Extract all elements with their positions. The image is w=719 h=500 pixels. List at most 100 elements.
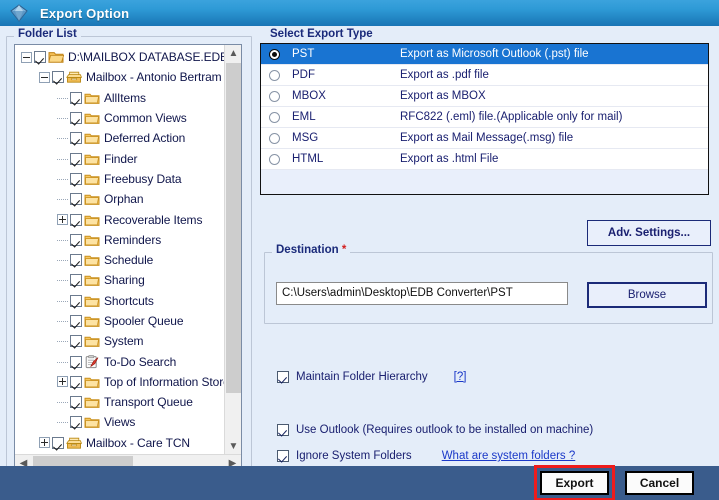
- folder-icon: [84, 172, 100, 186]
- export-type-row[interactable]: HTMLExport as .html File: [261, 149, 708, 170]
- vertical-scroll-thumb[interactable]: [226, 63, 241, 393]
- tree-item-checkbox[interactable]: [70, 254, 82, 266]
- tree-item[interactable]: Freebusy Data: [15, 169, 224, 189]
- tree-item-label: Deferred Action: [104, 131, 185, 145]
- export-type-group: Select Export Type PSTExport as Microsof…: [258, 36, 713, 204]
- tree-item-checkbox[interactable]: [70, 173, 82, 185]
- maintain-folder-hierarchy-label: Maintain Folder Hierarchy: [296, 371, 428, 383]
- tree-item-checkbox[interactable]: [34, 51, 46, 63]
- folder-icon: [84, 213, 100, 227]
- title-bar: Export Option: [0, 0, 719, 26]
- tree-item[interactable]: Recoverable Items: [15, 209, 224, 229]
- open-folder-icon: [48, 50, 64, 64]
- export-type-radio[interactable]: [269, 133, 280, 144]
- browse-button[interactable]: Browse: [587, 282, 707, 308]
- adv-settings-button[interactable]: Adv. Settings...: [587, 220, 711, 246]
- export-type-row[interactable]: MSGExport as Mail Message(.msg) file: [261, 128, 708, 149]
- tree-item-checkbox[interactable]: [70, 214, 82, 226]
- tree-item-label: Views: [104, 415, 135, 429]
- destination-path-input[interactable]: C:\Users\admin\Desktop\EDB Converter\PST: [276, 282, 568, 305]
- tree-item-checkbox[interactable]: [70, 335, 82, 347]
- export-type-radio[interactable]: [269, 112, 280, 123]
- tree-item[interactable]: AllItems: [15, 88, 224, 108]
- cancel-button[interactable]: Cancel: [625, 471, 694, 495]
- export-type-list[interactable]: PSTExport as Microsoft Outlook (.pst) fi…: [260, 43, 709, 195]
- destination-caption-text: Destination: [276, 244, 339, 256]
- tree-item[interactable]: Shortcuts: [15, 291, 224, 311]
- tree-item-checkbox[interactable]: [70, 356, 82, 368]
- tree-item[interactable]: Schedule: [15, 250, 224, 270]
- folder-icon: [84, 233, 100, 247]
- export-option-window: Export Option Folder List D:\MAILBOX DAT…: [0, 0, 719, 500]
- tree-item-checkbox[interactable]: [70, 376, 82, 388]
- tree-item-label: Recoverable Items: [104, 213, 202, 227]
- tree-item[interactable]: Transport Queue: [15, 392, 224, 412]
- tree-item-label: Mailbox - Antonio Bertram: [86, 70, 222, 84]
- tree-item-label: Top of Information Store: [104, 375, 224, 389]
- folder-icon: [84, 111, 100, 125]
- tree-item[interactable]: Spooler Queue: [15, 311, 224, 331]
- export-type-radio[interactable]: [269, 154, 280, 165]
- ignore-system-folders-checkbox[interactable]: [277, 450, 289, 462]
- tree-item-checkbox[interactable]: [70, 112, 82, 124]
- export-type-row[interactable]: PDFExport as .pdf file: [261, 65, 708, 86]
- tree-item-checkbox[interactable]: [70, 193, 82, 205]
- export-type-caption: Select Export Type: [266, 28, 377, 40]
- scroll-down-icon[interactable]: ▼: [225, 438, 242, 455]
- maintain-folder-hierarchy-checkbox[interactable]: [277, 371, 289, 383]
- tree-item-checkbox[interactable]: [70, 153, 82, 165]
- tree-item-checkbox[interactable]: [70, 315, 82, 327]
- tree-item[interactable]: Common Views: [15, 108, 224, 128]
- export-type-radio[interactable]: [269, 70, 280, 81]
- folder-list-group: Folder List D:\MAILBOX DATABASE.EDBMailb…: [6, 36, 252, 481]
- tree-item[interactable]: Deferred Action: [15, 128, 224, 148]
- export-type-row[interactable]: EMLRFC822 (.eml) file.(Applicable only f…: [261, 107, 708, 128]
- tree-item-label: Reminders: [104, 233, 161, 247]
- tree-item-label: Schedule: [104, 253, 153, 267]
- folder-tree-vertical-scrollbar[interactable]: ▲ ▼: [224, 45, 241, 455]
- expand-node-icon[interactable]: [39, 437, 50, 448]
- export-type-radio[interactable]: [269, 49, 280, 60]
- tree-item[interactable]: Views: [15, 412, 224, 432]
- folder-icon: [84, 294, 100, 308]
- tree-item-label: Transport Queue: [104, 395, 193, 409]
- tree-item-checkbox[interactable]: [70, 234, 82, 246]
- tree-item-checkbox[interactable]: [70, 92, 82, 104]
- collapse-node-icon[interactable]: [21, 52, 32, 63]
- tree-item[interactable]: Reminders: [15, 230, 224, 250]
- tree-item[interactable]: Mailbox - Care TCN: [15, 433, 224, 453]
- todo-search-icon: [84, 355, 100, 369]
- tree-item-checkbox[interactable]: [52, 71, 64, 83]
- export-type-row[interactable]: MBOXExport as MBOX: [261, 86, 708, 107]
- tree-item-label: Shortcuts: [104, 294, 154, 308]
- folder-icon: [84, 415, 100, 429]
- export-type-radio[interactable]: [269, 91, 280, 102]
- tree-item[interactable]: Mailbox - Antonio Bertram: [15, 67, 224, 87]
- tree-item-checkbox[interactable]: [70, 295, 82, 307]
- tree-item[interactable]: System: [15, 331, 224, 351]
- expand-node-icon[interactable]: [57, 376, 68, 387]
- export-button[interactable]: Export: [540, 471, 609, 495]
- folder-tree[interactable]: D:\MAILBOX DATABASE.EDB Mailbox - Antonio…: [14, 44, 242, 472]
- tree-item[interactable]: D:\MAILBOX DATABASE.EDB: [15, 47, 224, 67]
- system-folders-help-link[interactable]: What are system folders ?: [442, 450, 576, 462]
- scroll-up-icon[interactable]: ▲: [225, 45, 242, 62]
- hierarchy-help-link[interactable]: [?]: [454, 371, 467, 383]
- expand-node-icon[interactable]: [57, 214, 68, 225]
- folder-list-caption: Folder List: [14, 28, 81, 40]
- export-type-row[interactable]: PSTExport as Microsoft Outlook (.pst) fi…: [261, 44, 708, 65]
- tree-item-label: To-Do Search: [104, 355, 176, 369]
- tree-item-checkbox[interactable]: [70, 274, 82, 286]
- tree-item[interactable]: To-Do Search: [15, 351, 224, 371]
- collapse-node-icon[interactable]: [39, 72, 50, 83]
- tree-item-checkbox[interactable]: [70, 416, 82, 428]
- tree-item-checkbox[interactable]: [70, 396, 82, 408]
- tree-item[interactable]: Finder: [15, 148, 224, 168]
- tree-item-checkbox[interactable]: [52, 437, 64, 449]
- tree-item[interactable]: Top of Information Store: [15, 372, 224, 392]
- tree-item[interactable]: Orphan: [15, 189, 224, 209]
- tree-item[interactable]: Sharing: [15, 270, 224, 290]
- use-outlook-checkbox[interactable]: [277, 424, 289, 436]
- tree-item-checkbox[interactable]: [70, 132, 82, 144]
- export-type-description: Export as Microsoft Outlook (.pst) file: [400, 48, 589, 60]
